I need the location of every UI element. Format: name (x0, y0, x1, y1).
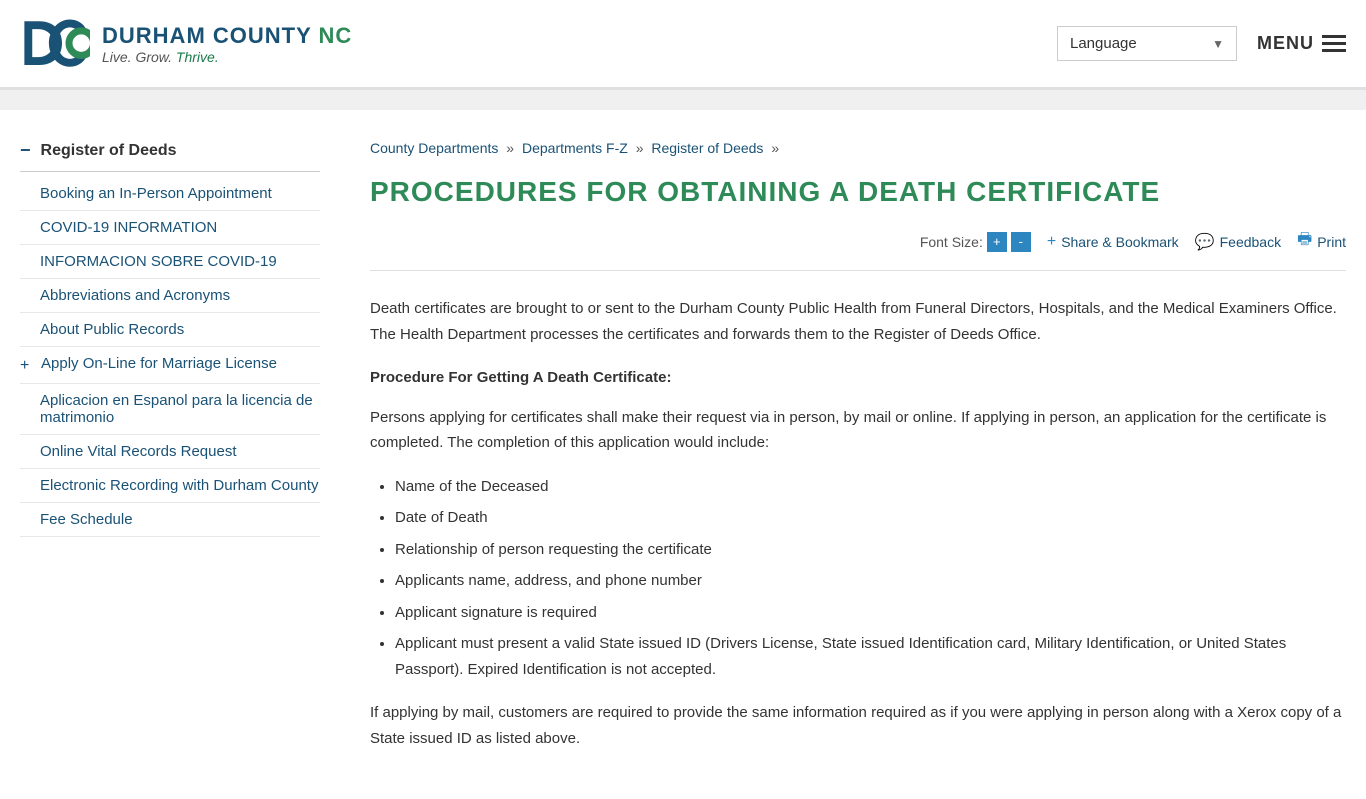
content-body: Death certificates are brought to or sen… (370, 296, 1346, 751)
sidebar: − Register of Deeds Booking an In-Person… (20, 140, 340, 769)
procedure-heading: Procedure For Getting A Death Certificat… (370, 365, 1346, 391)
logo-text: DURHAM COUNTY NC Live. Grow. Thrive. (102, 23, 352, 65)
breadcrumb-county-departments[interactable]: County Departments (370, 140, 498, 156)
list-item: Applicants name, address, and phone numb… (395, 568, 1346, 594)
font-size-controls: Font Size: + - (920, 232, 1031, 252)
procedure-intro: Persons applying for certificates shall … (370, 405, 1346, 456)
page-title: PROCEDURES FOR OBTAINING A DEATH CERTIFI… (370, 176, 1346, 208)
breadcrumb-sep2: » (636, 140, 648, 156)
language-dropdown[interactable]: Language ▼ (1057, 26, 1237, 61)
sidebar-section-header: − Register of Deeds (20, 140, 320, 172)
list-item: Relationship of person requesting the ce… (395, 537, 1346, 563)
sidebar-link-vital-records[interactable]: Online Vital Records Request (40, 443, 237, 460)
expand-icon[interactable]: + (20, 357, 36, 375)
sidebar-item-covid19: COVID-19 INFORMATION (20, 211, 320, 245)
feedback-icon: 💬 (1195, 232, 1215, 252)
logo-area: DURHAM COUNTY NC Live. Grow. Thrive. (20, 14, 352, 74)
share-icon: + (1047, 233, 1056, 251)
sidebar-item-public-records: About Public Records (20, 313, 320, 347)
header-right: Language ▼ MENU (1057, 26, 1346, 61)
sidebar-link-covid19-es[interactable]: INFORMACION SOBRE COVID-19 (40, 253, 277, 270)
share-bookmark-button[interactable]: + Share & Bookmark (1047, 233, 1179, 251)
share-label: Share & Bookmark (1061, 234, 1179, 250)
breadcrumb-sep3: » (771, 140, 779, 156)
sidebar-item-e-recording: Electronic Recording with Durham County (20, 469, 320, 503)
list-item: Applicant signature is required (395, 600, 1346, 626)
sidebar-link-abbreviations[interactable]: Abbreviations and Acronyms (40, 287, 230, 304)
list-item: Date of Death (395, 505, 1346, 531)
feedback-button[interactable]: 💬 Feedback (1195, 232, 1281, 252)
list-item: Applicant must present a valid State iss… (395, 631, 1346, 682)
intro-paragraph: Death certificates are brought to or sen… (370, 296, 1346, 347)
main-content: County Departments » Departments F-Z » R… (340, 140, 1346, 769)
sidebar-link-marriage-es[interactable]: Aplicacion en Espanol para la licencia d… (40, 392, 313, 426)
hamburger-icon (1322, 35, 1346, 52)
feedback-label: Feedback (1220, 234, 1281, 250)
print-label: Print (1317, 234, 1346, 250)
sidebar-item-abbreviations: Abbreviations and Acronyms (20, 279, 320, 313)
sidebar-item-marriage-license: + Apply On-Line for Marriage License (20, 347, 320, 384)
sidebar-collapse-icon[interactable]: − (20, 140, 31, 161)
sidebar-item-booking: Booking an In-Person Appointment (20, 177, 320, 211)
breadcrumb: County Departments » Departments F-Z » R… (370, 140, 1346, 156)
breadcrumb-register-of-deeds[interactable]: Register of Deeds (651, 140, 763, 156)
sidebar-item-covid19-es: INFORMACION SOBRE COVID-19 (20, 245, 320, 279)
sidebar-link-marriage-license[interactable]: Apply On-Line for Marriage License (41, 355, 277, 372)
menu-button[interactable]: MENU (1257, 33, 1346, 54)
sidebar-link-booking[interactable]: Booking an In-Person Appointment (40, 185, 272, 202)
breadcrumb-sep1: » (506, 140, 518, 156)
mail-paragraph: If applying by mail, customers are requi… (370, 700, 1346, 751)
font-increase-button[interactable]: + (987, 232, 1007, 252)
sidebar-item-vital-records: Online Vital Records Request (20, 435, 320, 469)
sidebar-nav: Booking an In-Person Appointment COVID-1… (20, 177, 320, 537)
font-size-label: Font Size: (920, 234, 983, 250)
font-decrease-button[interactable]: - (1011, 232, 1031, 252)
site-header: DURHAM COUNTY NC Live. Grow. Thrive. Lan… (0, 0, 1366, 90)
sidebar-link-e-recording[interactable]: Electronic Recording with Durham County (40, 477, 318, 494)
requirements-list: Name of the Deceased Date of Death Relat… (395, 474, 1346, 683)
sidebar-section-title: Register of Deeds (41, 142, 177, 160)
list-item: Name of the Deceased (395, 474, 1346, 500)
sidebar-link-public-records[interactable]: About Public Records (40, 321, 184, 338)
logo-subtitle: Live. Grow. Thrive. (102, 49, 352, 65)
logo-title: DURHAM COUNTY NC (102, 23, 352, 49)
content-toolbar: Font Size: + - + Share & Bookmark 💬 Feed… (370, 228, 1346, 271)
sidebar-item-marriage-es: Aplicacion en Espanol para la licencia d… (20, 384, 320, 435)
sidebar-link-covid19[interactable]: COVID-19 INFORMATION (40, 219, 217, 236)
chevron-down-icon: ▼ (1212, 37, 1224, 51)
breadcrumb-departments-fz[interactable]: Departments F-Z (522, 140, 628, 156)
main-container: − Register of Deeds Booking an In-Person… (0, 110, 1366, 799)
gray-divider (0, 90, 1366, 110)
sidebar-item-fee-schedule: Fee Schedule (20, 503, 320, 537)
print-button[interactable]: 🖶 Print (1297, 228, 1346, 255)
print-icon: 🖶 (1297, 228, 1312, 255)
site-logo (20, 14, 90, 74)
sidebar-link-fee-schedule[interactable]: Fee Schedule (40, 511, 133, 528)
